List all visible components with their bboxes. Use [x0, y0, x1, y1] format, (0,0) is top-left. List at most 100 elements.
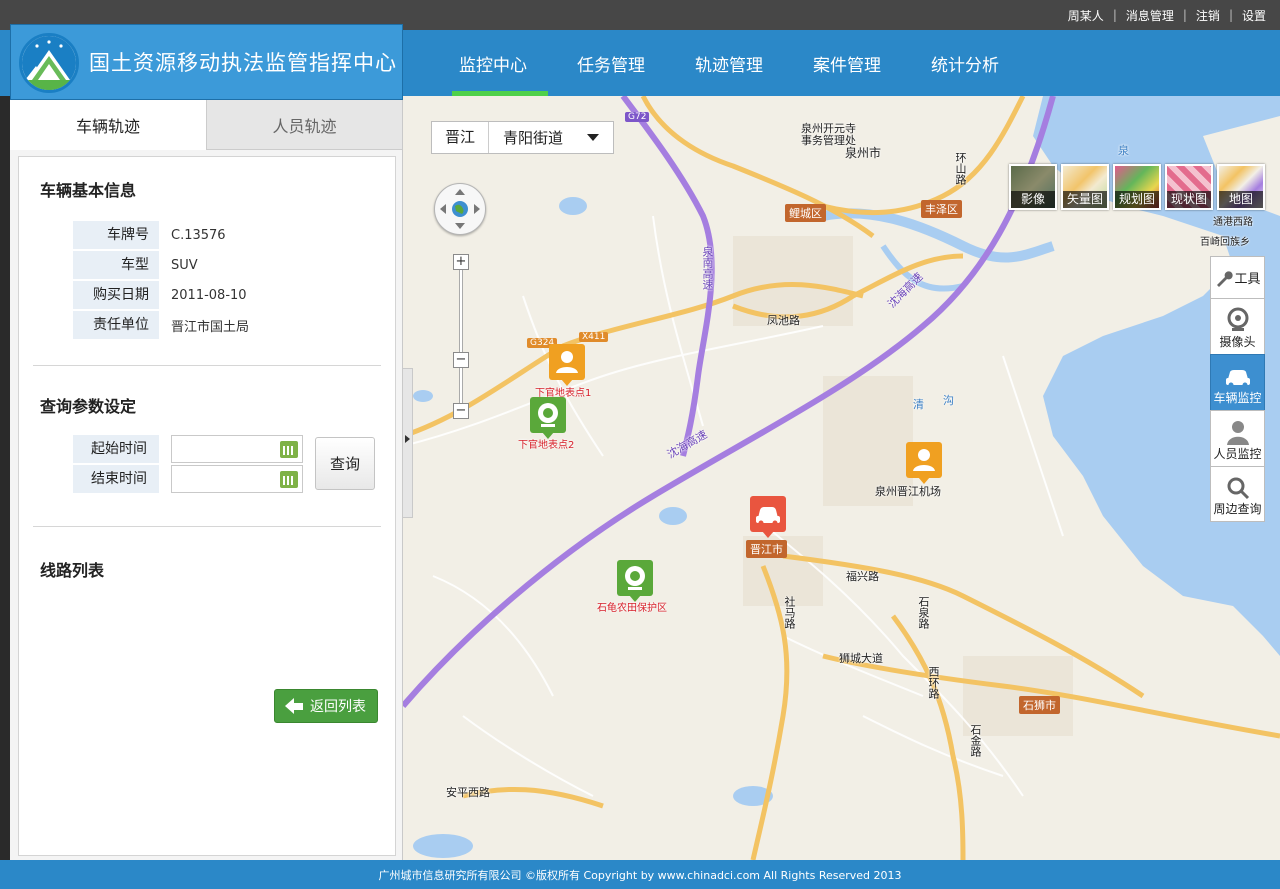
- left-panel: 车辆轨迹 人员轨迹 车辆基本信息 车牌号 C.13576 车型 SUV 购买日期…: [10, 100, 403, 860]
- settings-link[interactable]: 设置: [1242, 7, 1266, 24]
- nav-tab-cases[interactable]: 案件管理: [788, 30, 906, 96]
- end-time-label: 结束时间: [73, 465, 159, 493]
- tools-label: 工具: [1234, 272, 1261, 287]
- map-view[interactable]: 泉州开元寺 事务管理处 泉州市 鲤城区 丰泽区 晋江市 石狮市 泉州晋江机场 凤…: [403, 96, 1280, 860]
- tools-toggle[interactable]: 工具: [1210, 256, 1265, 298]
- menu-separator: |: [1228, 8, 1233, 22]
- road-label-shiquan: 石泉路: [917, 596, 930, 629]
- tool-nearby-search[interactable]: 周边查询: [1210, 466, 1265, 522]
- tool-nearby-search-label: 周边查询: [1213, 502, 1262, 516]
- map-base-layer: [403, 96, 1280, 860]
- marker-camera-2-label: 石龟农田保护区: [597, 603, 667, 614]
- messages-link[interactable]: 消息管理: [1126, 7, 1174, 24]
- tab-vehicle-track[interactable]: 车辆轨迹: [10, 100, 206, 150]
- region-select[interactable]: 晋江 青阳街道: [431, 121, 614, 154]
- panel-collapse-handle[interactable]: [403, 368, 413, 518]
- zoom-slider-track[interactable]: [459, 264, 463, 414]
- main-nav: 监控中心 任务管理 轨迹管理 案件管理 统计分析: [434, 30, 1024, 96]
- logout-link[interactable]: 注销: [1196, 7, 1220, 24]
- car-icon: [1225, 370, 1250, 388]
- marker-camera-1[interactable]: [530, 397, 566, 439]
- maptype-map-label: 地图: [1219, 191, 1263, 208]
- logo-box: 国土资源移动执法监管指挥中心: [10, 24, 403, 100]
- map-label-qing: 清: [913, 398, 924, 411]
- road-label-fengchi: 凤池路: [767, 314, 800, 327]
- person-icon: [1226, 421, 1249, 445]
- zoom-slider-handle[interactable]: −: [453, 352, 469, 368]
- marker-person-2[interactable]: [906, 442, 942, 484]
- vehicle-detail-card: 车辆基本信息 车牌号 C.13576 车型 SUV 购买日期 2011-08-1…: [18, 156, 396, 856]
- road-label-anping: 安平西路: [446, 786, 490, 799]
- marker-camera-2[interactable]: [617, 560, 653, 602]
- tab-person-track[interactable]: 人员轨迹: [206, 100, 402, 150]
- maptype-vector[interactable]: 矢量图: [1061, 164, 1109, 210]
- camera-icon: [538, 403, 558, 427]
- info-row-model: 车型 SUV: [73, 251, 373, 279]
- map-label-quan: 泉: [1118, 144, 1129, 157]
- zoom-in-button[interactable]: +: [453, 254, 469, 270]
- calendar-icon[interactable]: [280, 441, 298, 458]
- person-icon: [913, 449, 935, 471]
- region-street[interactable]: 青阳街道: [489, 127, 587, 148]
- nav-tab-stats[interactable]: 统计分析: [906, 30, 1024, 96]
- back-button-label: 返回列表: [310, 699, 366, 715]
- maptype-satellite-label: 影像: [1011, 191, 1055, 208]
- user-name-link[interactable]: 周某人: [1068, 7, 1104, 24]
- copyright-text: 广州城市信息研究所有限公司 ©版权所有 Copyright by www.chi…: [378, 868, 902, 882]
- maptype-current-status[interactable]: 现状图: [1165, 164, 1213, 210]
- query-params-title: 查询参数设定: [40, 397, 137, 416]
- nav-tab-monitor[interactable]: 监控中心: [434, 30, 552, 96]
- maptype-planning[interactable]: 规划图: [1113, 164, 1161, 210]
- start-time-input[interactable]: [171, 435, 303, 463]
- road-label-sheema: 社马路: [783, 596, 796, 629]
- marker-vehicle[interactable]: [750, 496, 786, 538]
- vehicle-info-title: 车辆基本信息: [40, 181, 137, 200]
- nav-tab-tasks[interactable]: 任务管理: [552, 30, 670, 96]
- maptype-planning-label: 规划图: [1115, 191, 1159, 208]
- info-row-unit: 责任单位 晋江市国土局: [73, 311, 373, 339]
- back-arrow-icon: [285, 698, 294, 714]
- divider: [33, 365, 381, 366]
- road-shield-g72: G72: [625, 112, 650, 122]
- info-row-purchase-date: 购买日期 2011-08-10: [73, 281, 373, 309]
- pan-control[interactable]: [434, 183, 486, 235]
- menu-separator: |: [1182, 8, 1187, 22]
- globe-pan-icon: [440, 189, 480, 229]
- tool-camera[interactable]: 摄像头: [1210, 298, 1265, 354]
- purchase-date-label: 购买日期: [73, 281, 159, 309]
- tool-person-monitor[interactable]: 人员监控: [1210, 410, 1265, 466]
- zoom-out-button[interactable]: −: [453, 403, 469, 419]
- marker-camera-1-label: 下官地表点2: [518, 440, 575, 451]
- maptype-map[interactable]: 地图: [1217, 164, 1265, 210]
- camera-icon: [1227, 307, 1248, 331]
- menu-separator: |: [1112, 8, 1117, 22]
- query-button[interactable]: 查询: [315, 437, 375, 490]
- nav-tab-tracks[interactable]: 轨迹管理: [670, 30, 788, 96]
- chevron-down-icon[interactable]: [587, 134, 599, 141]
- unit-value: 晋江市国土局: [171, 319, 250, 335]
- road-label-quannan-expressway: 泉南高速: [701, 246, 714, 290]
- footer: 广州城市信息研究所有限公司 ©版权所有 Copyright by www.chi…: [0, 860, 1280, 889]
- maptype-vector-label: 矢量图: [1063, 191, 1107, 208]
- tool-vehicle-monitor[interactable]: 车辆监控: [1210, 354, 1265, 410]
- tool-camera-label: 摄像头: [1219, 335, 1256, 349]
- road-label-shicheng: 狮城大道: [839, 652, 883, 665]
- map-label-baiqi: 百崎回族乡: [1200, 237, 1250, 248]
- tool-vehicle-monitor-label: 车辆监控: [1213, 391, 1262, 405]
- road-label-xihuan: 西环路: [927, 666, 940, 699]
- calendar-icon[interactable]: [280, 471, 298, 488]
- maptype-satellite[interactable]: 影像: [1009, 164, 1057, 210]
- tool-panel: 工具 摄像头 车辆监控 人员监控 周边查询: [1210, 256, 1265, 522]
- plate-label: 车牌号: [73, 221, 159, 249]
- city-label-shishi: 石狮市: [1019, 696, 1060, 714]
- city-label-jinjiang: 晋江市: [746, 540, 787, 558]
- marker-person-1[interactable]: [549, 344, 585, 386]
- divider: [33, 526, 381, 527]
- back-to-list-button[interactable]: 返回列表: [274, 689, 378, 723]
- end-time-input[interactable]: [171, 465, 303, 493]
- maptype-current-status-label: 现状图: [1167, 191, 1211, 208]
- back-arrow-tail: [294, 702, 303, 710]
- camera-icon: [625, 566, 645, 590]
- unit-label: 责任单位: [73, 311, 159, 339]
- region-city[interactable]: 晋江: [432, 122, 489, 153]
